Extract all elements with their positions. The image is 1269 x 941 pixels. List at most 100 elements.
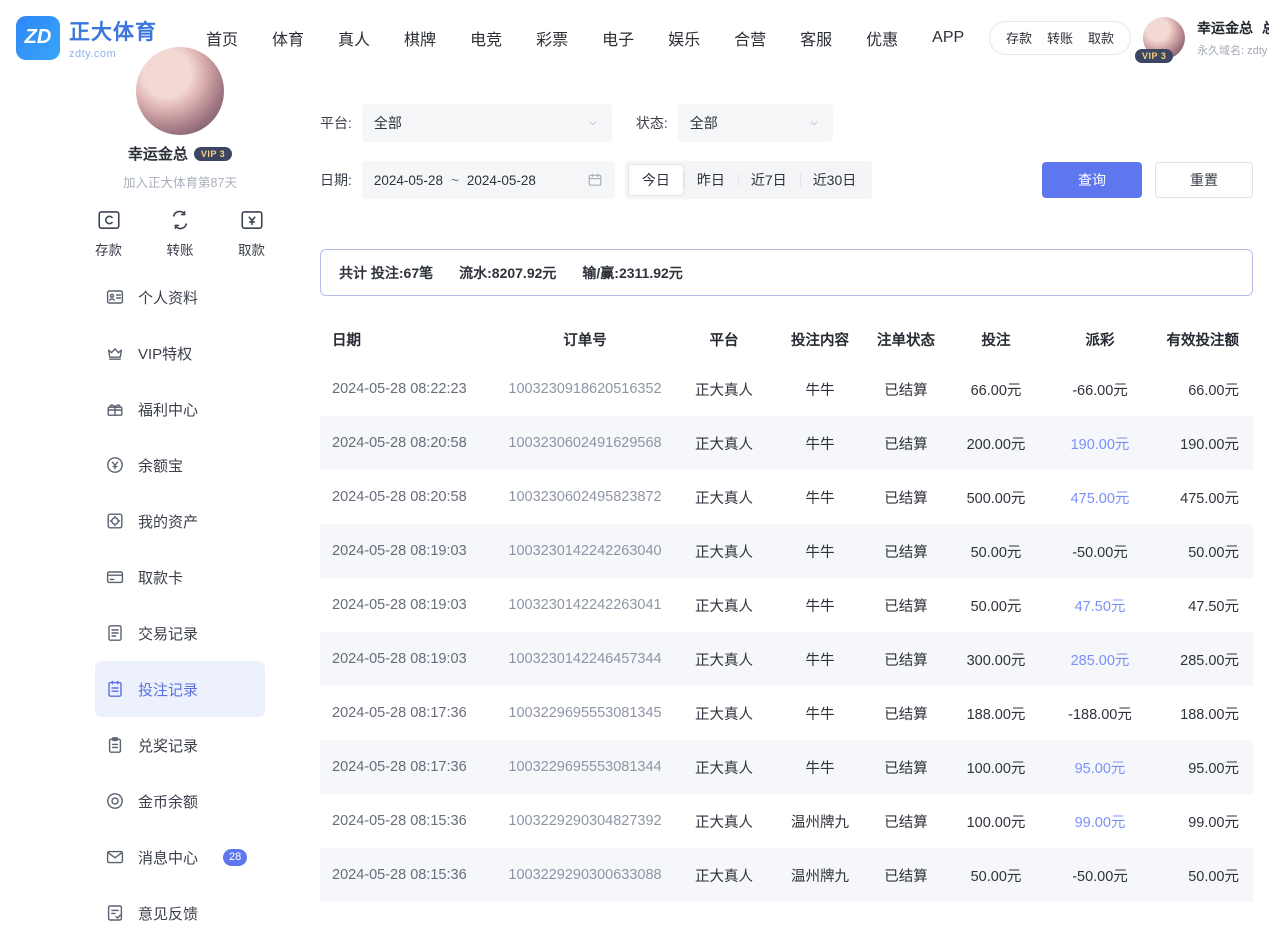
clipboard-icon xyxy=(105,735,125,755)
platform-select[interactable]: 全部 xyxy=(362,104,612,142)
profile-name-row: 幸运金总 VIP 3 xyxy=(128,143,232,164)
cell-status: 已结算 xyxy=(862,595,950,616)
cell-status: 已结算 xyxy=(862,757,950,778)
query-button[interactable]: 查询 xyxy=(1042,162,1142,198)
cell-valid: 66.00元 xyxy=(1158,379,1253,400)
sidebar-item-label: 交易记录 xyxy=(138,623,198,644)
main-nav: 首页 体育 真人 棋牌 电竞 彩票 电子 娱乐 合营 客服 优惠 APP xyxy=(206,26,964,50)
sidebar-item-label: 我的资产 xyxy=(138,511,198,532)
nav-item-6[interactable]: 电子 xyxy=(602,26,634,50)
nav-item-10[interactable]: 优惠 xyxy=(866,26,898,50)
brand-domain: zdty.com xyxy=(69,48,157,60)
sidebar-item-messages[interactable]: 消息中心28 xyxy=(95,829,265,885)
cell-date: 2024-05-28 08:15:36 xyxy=(320,867,500,883)
cell-platform: 正大真人 xyxy=(670,487,778,508)
cell-valid: 285.00元 xyxy=(1158,649,1253,670)
table-header: 日期订单号平台投注内容注单状态投注派彩有效投注额 xyxy=(320,316,1253,362)
sidebar-item-label: 个人资料 xyxy=(138,287,198,308)
cell-content: 牛牛 xyxy=(778,487,862,508)
gold-coin-icon xyxy=(105,791,125,811)
sidebar-item-redeem-records[interactable]: 兑奖记录 xyxy=(95,717,265,773)
cell-bet: 50.00元 xyxy=(950,595,1042,616)
cell-valid: 188.00元 xyxy=(1158,703,1253,724)
date-range-picker[interactable]: 2024-05-28 ~ 2024-05-28 xyxy=(362,161,615,199)
header-username: 幸运金总 xyxy=(1197,20,1253,36)
deposit-icon xyxy=(96,207,122,233)
chevron-down-icon xyxy=(807,116,821,130)
header-avatar-wrap[interactable]: VIP 3 xyxy=(1143,17,1185,59)
nav-item-4[interactable]: 电竞 xyxy=(470,26,502,50)
nav-item-5[interactable]: 彩票 xyxy=(536,26,568,50)
brand-logo-text: ZD xyxy=(25,26,52,49)
cell-date: 2024-05-28 08:20:58 xyxy=(320,489,500,505)
quick-deposit-button[interactable]: 存款 xyxy=(95,207,122,259)
date-start: 2024-05-28 xyxy=(374,173,443,188)
sidebar-item-coin-balance[interactable]: 金币余额 xyxy=(95,773,265,829)
cell-order: 1003230918620516352 xyxy=(500,381,670,397)
range-2[interactable]: 近7日 xyxy=(738,164,800,196)
sidebar-item-welfare[interactable]: 福利中心 xyxy=(95,381,265,437)
wallet-action-0[interactable]: 存款 xyxy=(1006,28,1032,47)
sidebar-item-profile[interactable]: 个人资料 xyxy=(95,269,265,325)
cell-order: 1003230602495823872 xyxy=(500,489,670,505)
range-3[interactable]: 近30日 xyxy=(800,164,870,196)
brand-name: 正大体育 xyxy=(69,16,157,46)
cell-content: 牛牛 xyxy=(778,595,862,616)
sidebar-item-assets[interactable]: 我的资产 xyxy=(95,493,265,549)
nav-item-9[interactable]: 客服 xyxy=(800,26,832,50)
cell-content: 牛牛 xyxy=(778,703,862,724)
safe-icon xyxy=(105,511,125,531)
wallet-action-2[interactable]: 取款 xyxy=(1088,28,1114,47)
cell-valid: 50.00元 xyxy=(1158,865,1253,886)
sidebar-item-vip[interactable]: VIP特权 xyxy=(95,325,265,381)
cell-payout: 475.00元 xyxy=(1042,487,1158,508)
status-label: 状态: xyxy=(636,113,668,133)
quick-withdraw-label: 取款 xyxy=(238,239,265,259)
cell-valid: 475.00元 xyxy=(1158,487,1253,508)
profile-name: 幸运金总 xyxy=(128,143,188,164)
cell-bet: 100.00元 xyxy=(950,811,1042,832)
cell-platform: 正大真人 xyxy=(670,433,778,454)
date-label: 日期: xyxy=(320,170,352,190)
nav-item-7[interactable]: 娱乐 xyxy=(668,26,700,50)
header-user-name-row: 幸运金总总 xyxy=(1197,18,1269,38)
status-select[interactable]: 全部 xyxy=(678,104,833,142)
sidebar-item-bet-records[interactable]: 投注记录 xyxy=(95,661,265,717)
profile-avatar[interactable] xyxy=(136,47,224,135)
platform-select-value: 全部 xyxy=(374,113,402,133)
cell-payout: 95.00元 xyxy=(1042,757,1158,778)
nav-item-8[interactable]: 合营 xyxy=(734,26,766,50)
cell-bet: 200.00元 xyxy=(950,433,1042,454)
nav-item-1[interactable]: 体育 xyxy=(272,26,304,50)
nav-item-0[interactable]: 首页 xyxy=(206,26,238,50)
cell-order: 1003230142242263040 xyxy=(500,543,670,559)
reset-button[interactable]: 重置 xyxy=(1155,162,1253,198)
table-row: 2024-05-28 08:22:231003230918620516352正大… xyxy=(320,362,1253,416)
cell-payout: 99.00元 xyxy=(1042,811,1158,832)
cell-valid: 47.50元 xyxy=(1158,595,1253,616)
cell-content: 牛牛 xyxy=(778,541,862,562)
range-1[interactable]: 昨日 xyxy=(684,164,738,196)
cell-date: 2024-05-28 08:19:03 xyxy=(320,597,500,613)
sidebar-item-withdraw-card[interactable]: 取款卡 xyxy=(95,549,265,605)
cell-platform: 正大真人 xyxy=(670,865,778,886)
app-root: ZD 正大体育 zdty.com 首页 体育 真人 棋牌 电竞 彩票 电子 娱乐 合营 客服 优惠 A… xyxy=(0,0,1269,913)
cell-status: 已结算 xyxy=(862,487,950,508)
cell-platform: 正大真人 xyxy=(670,379,778,400)
sidebar-item-feedback[interactable]: 意见反馈 xyxy=(95,885,265,941)
cell-platform: 正大真人 xyxy=(670,595,778,616)
sidebar-item-yuebao[interactable]: 余额宝 xyxy=(95,437,265,493)
wallet-action-1[interactable]: 转账 xyxy=(1047,28,1073,47)
summary-bar: 共计 投注:67笔流水:8207.92元输/赢:2311.92元 xyxy=(320,249,1253,296)
range-0[interactable]: 今日 xyxy=(628,164,684,196)
brand[interactable]: ZD 正大体育 zdty.com xyxy=(16,16,166,60)
crown-icon xyxy=(105,343,125,363)
quick-withdraw-button[interactable]: 取款 xyxy=(238,207,265,259)
sidebar-item-label: VIP特权 xyxy=(138,343,192,364)
nav-item-3[interactable]: 棋牌 xyxy=(404,26,436,50)
nav-item-11[interactable]: APP xyxy=(932,29,964,47)
nav-item-2[interactable]: 真人 xyxy=(338,26,370,50)
quick-transfer-button[interactable]: 转账 xyxy=(167,207,194,259)
sidebar-item-transactions[interactable]: 交易记录 xyxy=(95,605,265,661)
header-vip-badge: VIP 3 xyxy=(1135,49,1173,63)
